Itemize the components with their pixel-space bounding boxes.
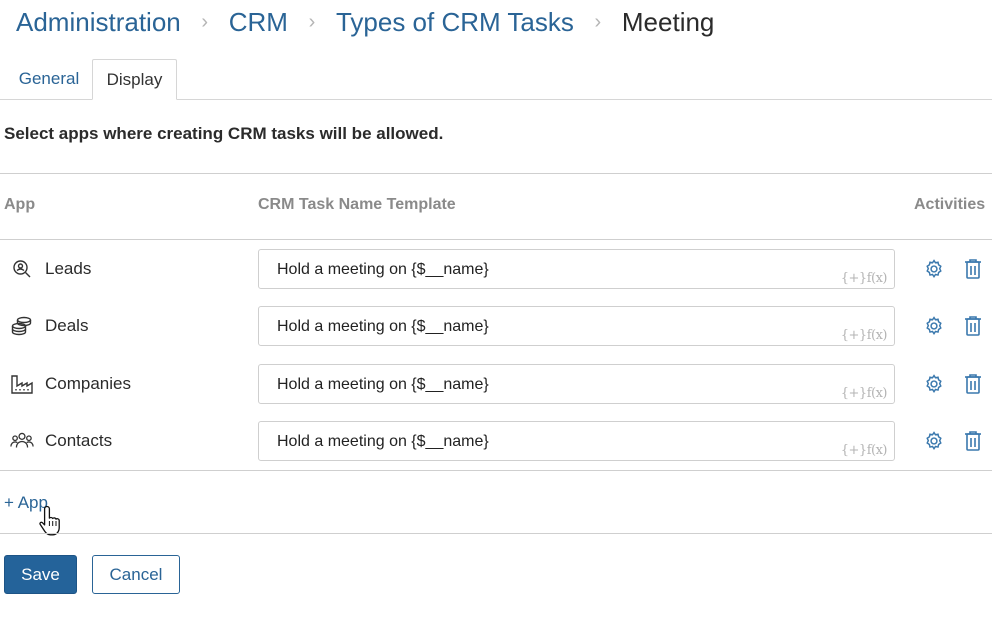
deals-coins-icon bbox=[11, 316, 32, 336]
companies-factory-icon bbox=[11, 375, 33, 394]
gear-icon[interactable] bbox=[923, 315, 945, 337]
template-value: Hold a meeting on {$__name} bbox=[277, 318, 489, 335]
column-header-activities: Activities bbox=[914, 196, 986, 213]
app-name-deals: Deals bbox=[45, 316, 89, 335]
app-name-companies: Companies bbox=[45, 374, 131, 393]
trash-icon[interactable] bbox=[963, 258, 983, 280]
trash-icon[interactable] bbox=[963, 430, 983, 452]
gear-icon[interactable] bbox=[923, 258, 945, 280]
tab-bar: General Display bbox=[0, 59, 992, 100]
table-row: Companies Hold a meeting on {$__name} {+… bbox=[0, 363, 992, 405]
breadcrumb-separator: › bbox=[201, 10, 209, 33]
page-title: Meeting bbox=[621, 6, 715, 37]
insert-function-icon[interactable]: {+}f(x) bbox=[841, 328, 888, 343]
section-description: Select apps where creating CRM tasks wil… bbox=[4, 124, 444, 143]
divider bbox=[0, 470, 992, 471]
tab-general[interactable]: General bbox=[17, 59, 81, 100]
divider bbox=[0, 533, 992, 534]
divider bbox=[0, 239, 992, 240]
template-value: Hold a meeting on {$__name} bbox=[277, 376, 489, 393]
save-button[interactable]: Save bbox=[4, 555, 77, 594]
divider bbox=[0, 173, 992, 174]
leads-search-icon bbox=[13, 260, 31, 278]
app-name-leads: Leads bbox=[45, 259, 92, 278]
template-input-companies[interactable]: Hold a meeting on {$__name} {+}f(x) bbox=[258, 364, 895, 404]
insert-function-icon[interactable]: {+}f(x) bbox=[841, 443, 888, 458]
tab-display[interactable]: Display bbox=[92, 59, 177, 100]
trash-icon[interactable] bbox=[963, 373, 983, 395]
template-input-deals[interactable]: Hold a meeting on {$__name} {+}f(x) bbox=[258, 306, 895, 346]
table-row: Contacts Hold a meeting on {$__name} {+}… bbox=[0, 420, 992, 462]
breadcrumb: Administration › CRM › Types of CRM Task… bbox=[16, 4, 714, 40]
column-header-template: CRM Task Name Template bbox=[258, 196, 456, 213]
gear-icon[interactable] bbox=[923, 373, 945, 395]
table-row: Deals Hold a meeting on {$__name} {+}f(x… bbox=[0, 305, 992, 347]
breadcrumb-types-of-crm-tasks[interactable]: Types of CRM Tasks bbox=[336, 7, 574, 38]
contacts-people-icon bbox=[10, 432, 34, 448]
gear-icon[interactable] bbox=[923, 430, 945, 452]
app-name-contacts: Contacts bbox=[45, 431, 113, 450]
breadcrumb-crm[interactable]: CRM bbox=[229, 7, 288, 38]
insert-function-icon[interactable]: {+}f(x) bbox=[841, 386, 888, 401]
template-value: Hold a meeting on {$__name} bbox=[277, 433, 489, 450]
cancel-button[interactable]: Cancel bbox=[92, 555, 180, 594]
template-input-contacts[interactable]: Hold a meeting on {$__name} {+}f(x) bbox=[258, 421, 895, 461]
column-header-app: App bbox=[4, 196, 36, 213]
template-value: Hold a meeting on {$__name} bbox=[277, 261, 489, 278]
table-row: Leads Hold a meeting on {$__name} {+}f(x… bbox=[0, 248, 992, 290]
insert-function-icon[interactable]: {+}f(x) bbox=[841, 271, 888, 286]
breadcrumb-separator: › bbox=[308, 10, 316, 33]
breadcrumb-administration[interactable]: Administration bbox=[16, 7, 181, 38]
breadcrumb-separator: › bbox=[594, 10, 602, 33]
trash-icon[interactable] bbox=[963, 315, 983, 337]
template-input-leads[interactable]: Hold a meeting on {$__name} {+}f(x) bbox=[258, 249, 895, 289]
